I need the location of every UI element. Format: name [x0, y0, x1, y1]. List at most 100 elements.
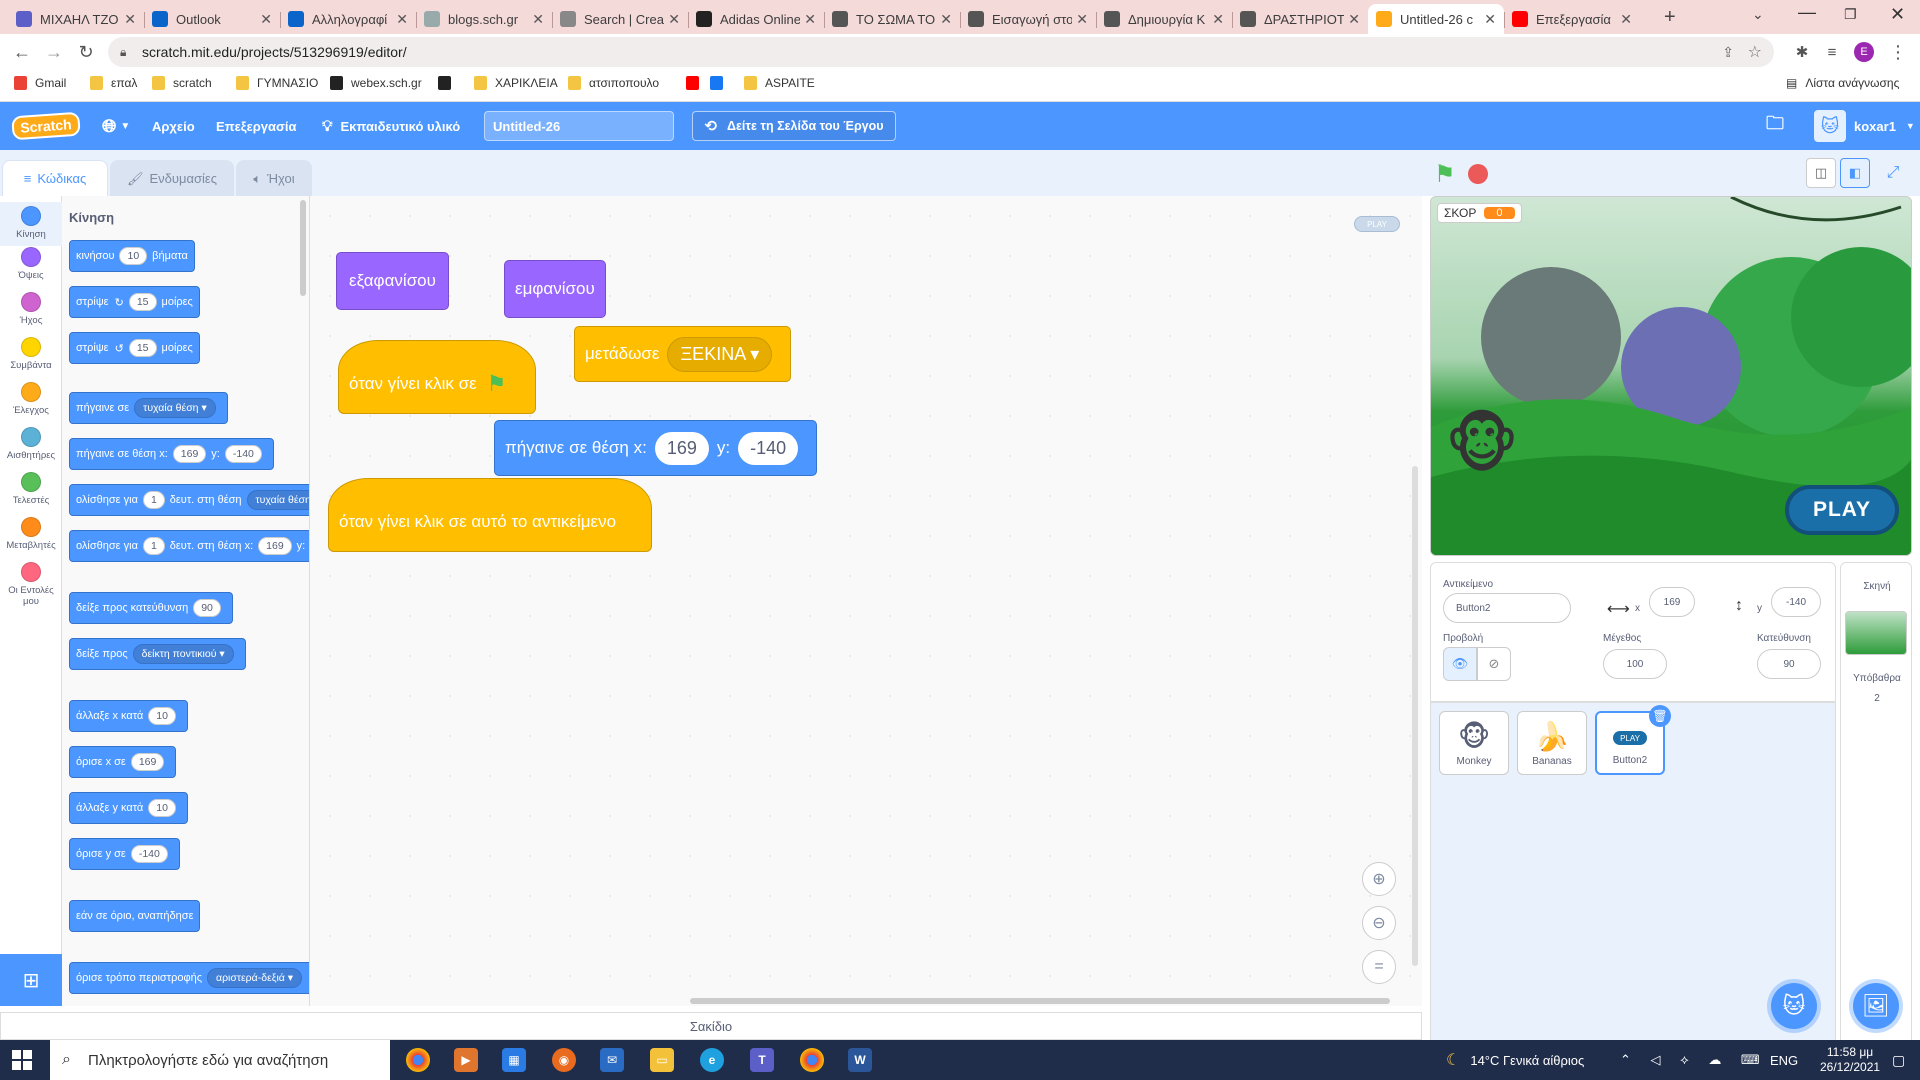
- normal-stage-button[interactable]: ◧: [1840, 158, 1870, 188]
- choose-sprite-button[interactable]: 🐱︎: [1771, 983, 1817, 1029]
- backdrop-thumbnail[interactable]: [1845, 611, 1907, 655]
- bookmark-item[interactable]: scratch: [152, 76, 212, 90]
- sprite-thumbnail[interactable]: 🍌 Bananas: [1517, 711, 1587, 775]
- bookmark-item[interactable]: [686, 76, 707, 90]
- x-input[interactable]: 169: [1649, 587, 1695, 617]
- block-glide-xy[interactable]: ολίσθησε για 1 δευτ. στη θέση x: 169 y:: [69, 530, 309, 562]
- zoom-out-button[interactable]: ⊖: [1362, 906, 1396, 940]
- browser-menu-icon[interactable]: ⋮: [1886, 40, 1910, 64]
- close-tab-icon[interactable]: ✕: [1348, 11, 1360, 28]
- close-window-button[interactable]: ✕: [1890, 4, 1905, 25]
- media-icon[interactable]: ≡: [1820, 40, 1844, 64]
- category-item[interactable]: Τελεστές: [0, 472, 62, 506]
- browser-tab[interactable]: ΜΙΧΑΗΛ ΤΖΟ ✕: [8, 4, 144, 34]
- stage-selector[interactable]: Σκηνή Υπόβαθρα 2 🖼︎: [1840, 562, 1912, 1042]
- block-set-y[interactable]: όρισε y σε -140: [69, 838, 180, 870]
- size-input[interactable]: 100: [1603, 649, 1667, 679]
- close-tab-icon[interactable]: ✕: [804, 11, 816, 28]
- show-hidden-button[interactable]: ⊘: [1477, 647, 1511, 681]
- scratch-logo[interactable]: Scratch: [11, 111, 81, 141]
- close-tab-icon[interactable]: ✕: [1484, 11, 1496, 28]
- block-change-y[interactable]: άλλαξε y κατά 10: [69, 792, 188, 824]
- y-input[interactable]: -140: [1771, 587, 1821, 617]
- stage-canvas[interactable]: ΣΚΟΡ 0 🐵 PLAY: [1430, 196, 1912, 556]
- media-player-icon[interactable]: ▶: [454, 1048, 478, 1072]
- my-stuff-folder-icon[interactable]: 🗀: [1766, 102, 1784, 150]
- bookmark-item[interactable]: ΧΑΡΙΚΛΕΙΑ: [474, 76, 558, 90]
- close-tab-icon[interactable]: ✕: [1076, 11, 1088, 28]
- close-tab-icon[interactable]: ✕: [260, 11, 272, 28]
- add-extension-button[interactable]: ⊞: [0, 954, 62, 1006]
- block-goto[interactable]: πήγαινε σε τυχαία θέση ▾: [69, 392, 228, 424]
- address-bar[interactable]: 🔒︎ scratch.mit.edu/projects/513296919/ed…: [108, 37, 1774, 67]
- tab-code[interactable]: ≡ Κώδικας: [2, 160, 108, 196]
- bookmark-star-icon[interactable]: ☆: [1748, 42, 1762, 62]
- teams-icon[interactable]: T: [750, 1048, 774, 1072]
- edit-menu[interactable]: Επεξεργασία: [216, 102, 297, 150]
- minimize-button[interactable]: —: [1798, 2, 1816, 23]
- language-indicator[interactable]: ENG: [1770, 1040, 1798, 1080]
- bookmark-item[interactable]: επαλ: [90, 76, 137, 90]
- green-flag-button[interactable]: ⚑: [1434, 160, 1456, 189]
- browser-tab[interactable]: Search | Crea ✕: [552, 4, 688, 34]
- script-area[interactable]: PLAY εξαφανίσου εμφανίσου μετάδωσε ΞΕΚΙΝ…: [310, 196, 1422, 1006]
- block-broadcast[interactable]: μετάδωσε ΞΕΚΙΝΑ ▾: [574, 326, 792, 382]
- bookmark-item[interactable]: [710, 76, 731, 90]
- category-item[interactable]: Οι Εντολές μου: [0, 562, 62, 607]
- reload-icon[interactable]: ↻: [74, 40, 98, 64]
- tray-icons[interactable]: ⌃ ◁ ⟡ ☁ ⌨: [1620, 1040, 1768, 1080]
- new-tab-button[interactable]: +: [1664, 6, 1676, 29]
- browser-tab[interactable]: Εισαγωγή στο ✕: [960, 4, 1096, 34]
- bookmark-item[interactable]: [438, 76, 459, 90]
- zoom-in-button[interactable]: ⊕: [1362, 862, 1396, 896]
- forward-icon[interactable]: →: [42, 40, 66, 64]
- block-point-direction[interactable]: δείξε προς κατεύθυνση 90: [69, 592, 233, 624]
- sprite-thumbnail[interactable]: 🐵 Monkey: [1439, 711, 1509, 775]
- bookmark-item[interactable]: ΓΥΜΝΑΣΙΟ: [236, 76, 318, 90]
- language-menu[interactable]: 🌐︎ ▼: [102, 102, 130, 150]
- explorer-icon[interactable]: ▭: [650, 1048, 674, 1072]
- back-icon[interactable]: ←: [10, 40, 34, 64]
- browser-tab[interactable]: Αλληλογραφί ✕: [280, 4, 416, 34]
- block-rotation-style[interactable]: όρισε τρόπο περιστροφής αριστερά-δεξιά ▾: [69, 962, 309, 994]
- chrome-active-icon[interactable]: [800, 1048, 824, 1072]
- tab-costumes[interactable]: 🖌︎ Ενδυμασίες: [110, 160, 234, 196]
- browser-tab[interactable]: Adidas Online ✕: [688, 4, 824, 34]
- tutorials-button[interactable]: 💡︎ Εκπαιδευτικό υλικό: [322, 102, 460, 150]
- bookmark-item[interactable]: Gmail: [14, 76, 66, 90]
- block-change-x[interactable]: άλλαξε x κατά 10: [69, 700, 188, 732]
- restore-button[interactable]: ❐: [1844, 6, 1857, 23]
- block-glide[interactable]: ολίσθησε για 1 δευτ. στη θέση τυχαία θέση: [69, 484, 309, 516]
- user-menu[interactable]: 🐱︎ koxar1 ▼: [1814, 102, 1915, 150]
- small-stage-button[interactable]: ◫: [1806, 158, 1836, 188]
- profile-avatar[interactable]: E: [1852, 40, 1876, 64]
- block-when-sprite-clicked[interactable]: όταν γίνει κλικ σε αυτό το αντικείμενο: [328, 478, 652, 552]
- browser-tab[interactable]: Untitled-26 c ✕: [1368, 4, 1504, 34]
- category-item[interactable]: Αισθητήρες: [0, 427, 62, 461]
- browser-tab[interactable]: ΤΟ ΣΩΜΑ ΤΟ ✕: [824, 4, 960, 34]
- sprite-name-input[interactable]: [1443, 593, 1571, 623]
- taskbar-search[interactable]: ⌕ Πληκτρολογήστε εδώ για αναζήτηση: [50, 1040, 390, 1080]
- block-turn-right[interactable]: στρίψε ↻ 15 μοίρες: [69, 286, 200, 318]
- category-item[interactable]: Συμβάντα: [0, 337, 62, 371]
- block-move-steps[interactable]: κινήσου 10 βήματα: [69, 240, 195, 272]
- browser-tab[interactable]: blogs.sch.gr ✕: [416, 4, 552, 34]
- show-visible-button[interactable]: 👁︎: [1443, 647, 1477, 681]
- close-tab-icon[interactable]: ✕: [124, 11, 136, 28]
- stop-button[interactable]: [1468, 164, 1488, 184]
- close-tab-icon[interactable]: ✕: [532, 11, 544, 28]
- category-item[interactable]: Ήχος: [0, 292, 62, 326]
- script-horizontal-scrollbar[interactable]: [690, 998, 1390, 1004]
- firefox-icon[interactable]: ◉: [552, 1048, 576, 1072]
- windows-start-icon[interactable]: [12, 1050, 32, 1070]
- store-icon[interactable]: ▦: [502, 1048, 526, 1072]
- clock[interactable]: 11:58 μμ 26/12/2021: [1820, 1040, 1880, 1080]
- block-when-flag-clicked[interactable]: όταν γίνει κλικ σε ⚑: [338, 340, 536, 414]
- delete-sprite-icon[interactable]: 🗑︎: [1649, 705, 1671, 727]
- close-tab-icon[interactable]: ✕: [1620, 11, 1632, 28]
- zoom-reset-button[interactable]: =: [1362, 950, 1396, 984]
- weather-widget[interactable]: ☾ 14°C Γενικά αίθριος: [1446, 1040, 1584, 1080]
- edge-icon[interactable]: e: [700, 1048, 724, 1072]
- block-turn-left[interactable]: στρίψε ↺ 15 μοίρες: [69, 332, 200, 364]
- bookmark-item[interactable]: webex.sch.gr: [330, 76, 422, 90]
